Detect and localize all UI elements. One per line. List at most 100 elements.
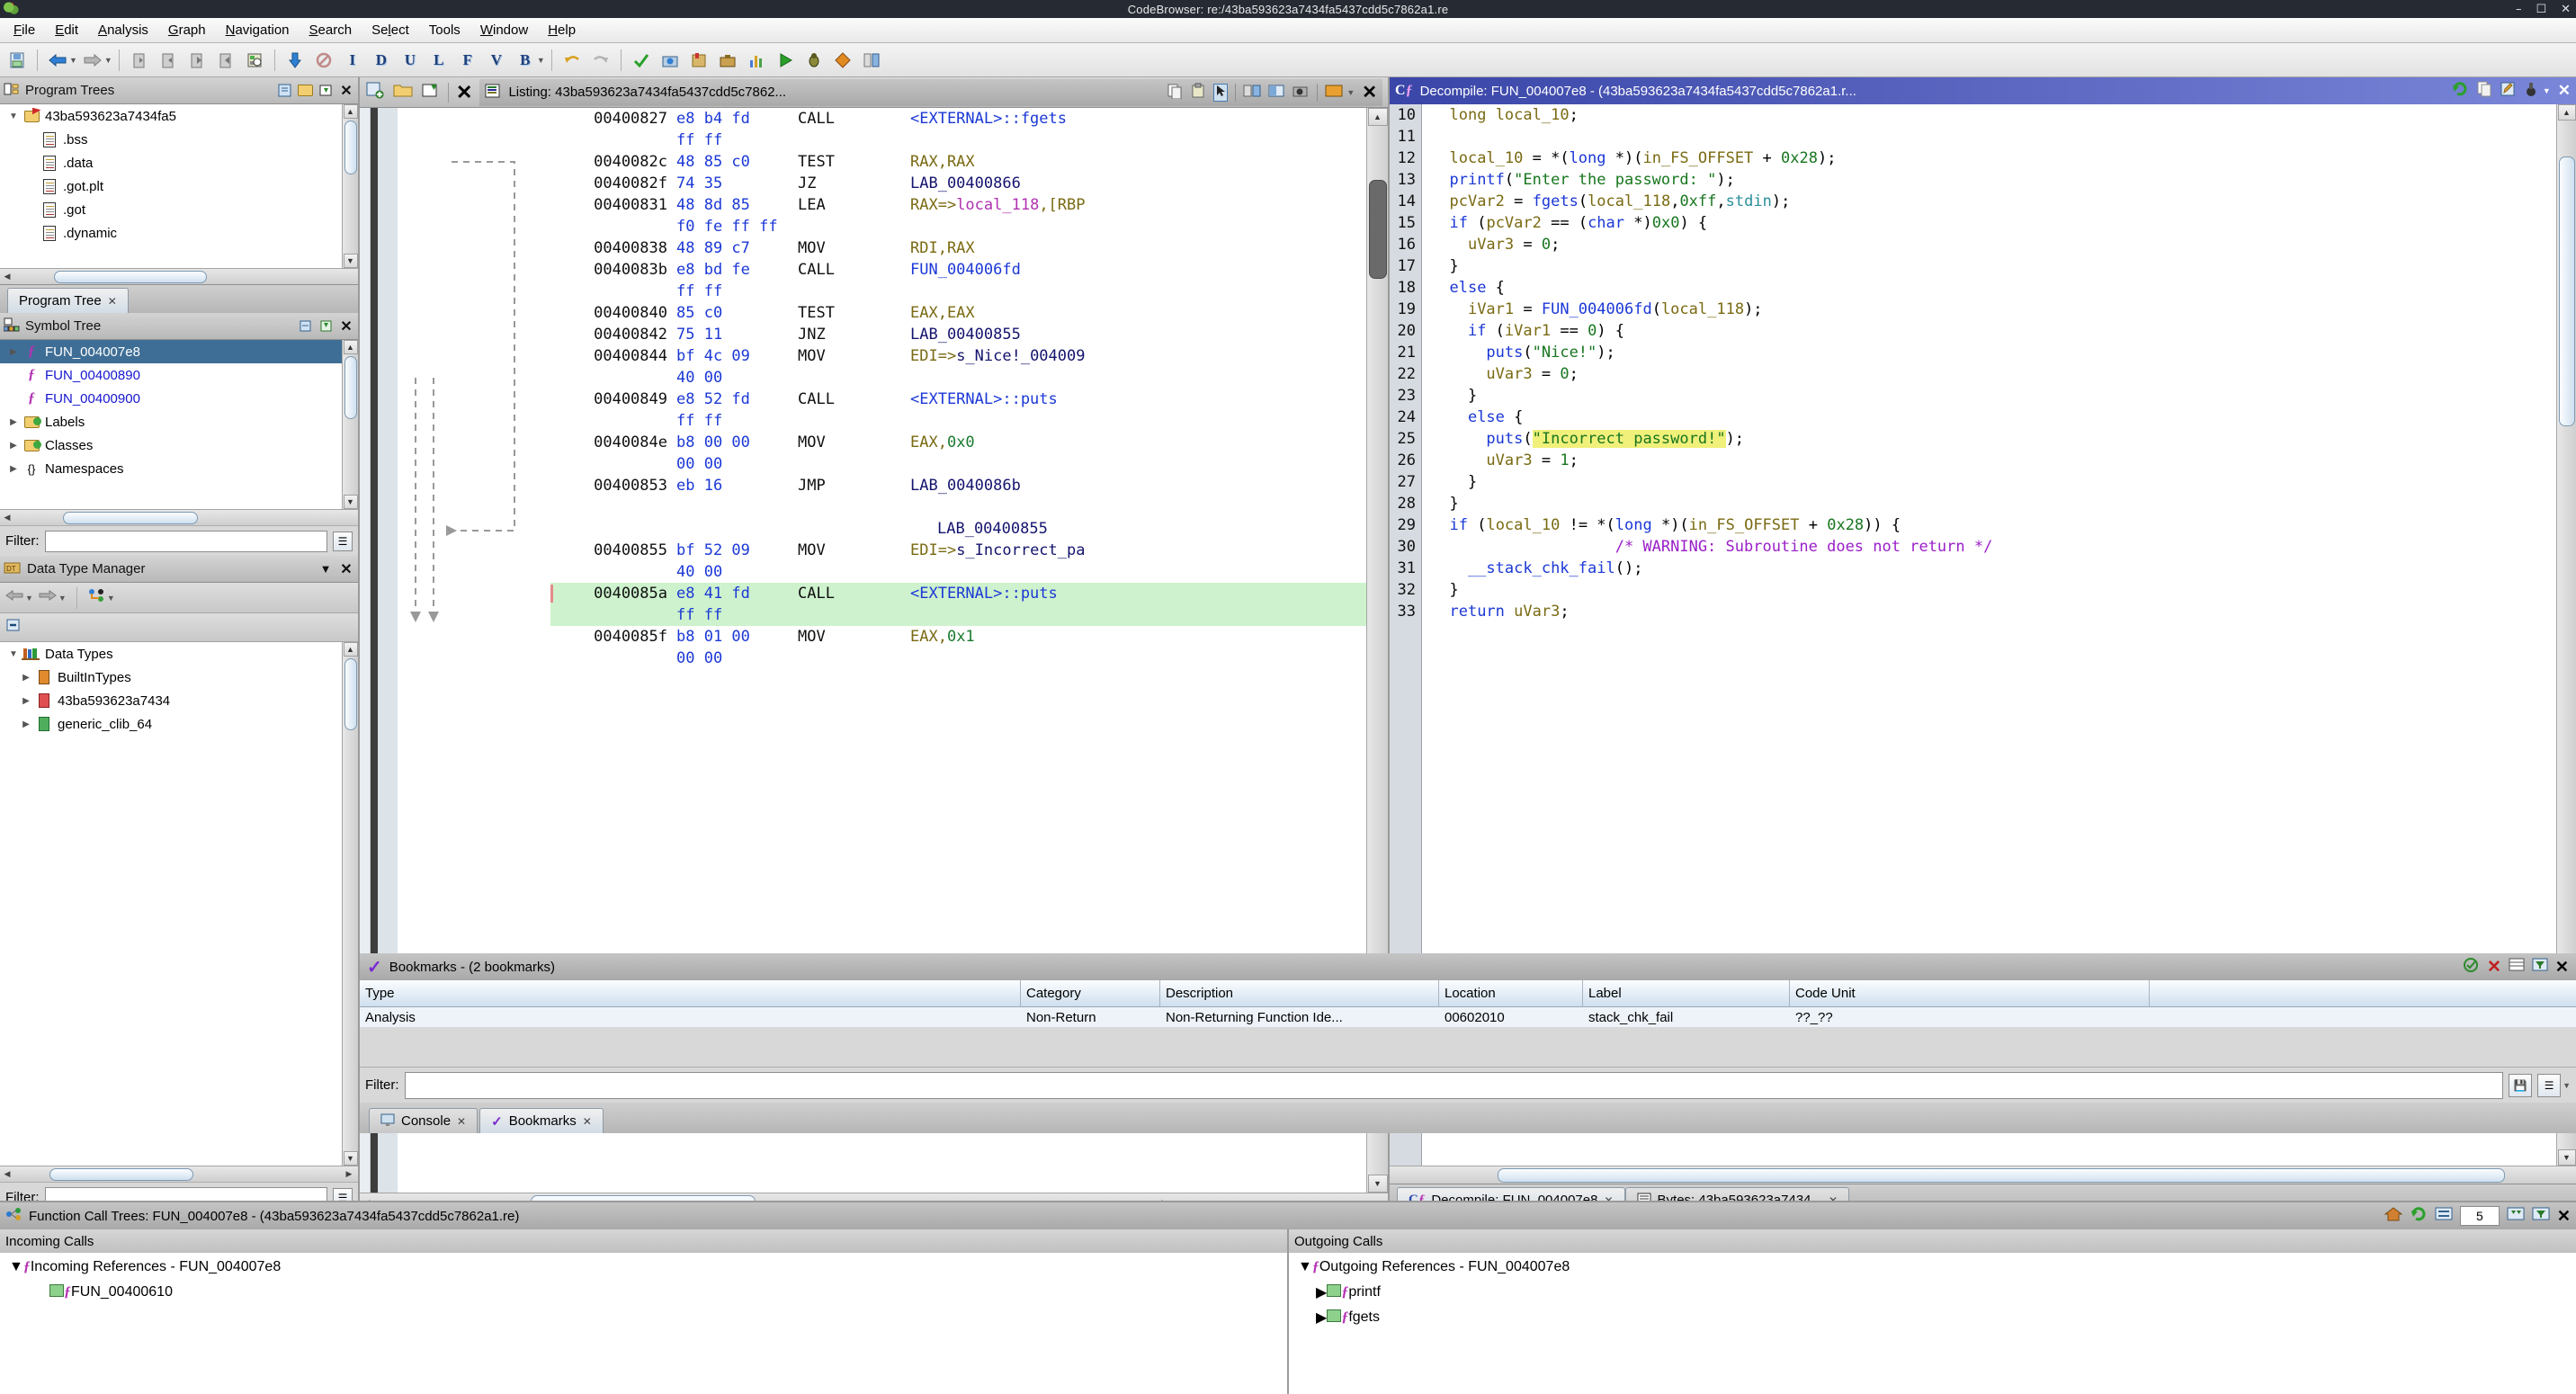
decompiler-line[interactable]: if (pcVar2 == (char *)0x0) { [1431, 212, 2556, 234]
listing-row[interactable]: ff ff [550, 130, 1366, 151]
listing-row[interactable]: 40 00 [550, 561, 1366, 583]
twisty-icon[interactable]: ▼ [5, 112, 22, 121]
twisty-icon[interactable]: ▶ [1316, 1283, 1327, 1301]
decompiler-line[interactable]: else { [1431, 407, 2556, 428]
menu-edit[interactable]: Edit [45, 20, 88, 40]
chevron-down-icon[interactable]: ▼ [318, 561, 334, 577]
decompiler-line[interactable]: uVar3 = 0; [1431, 363, 2556, 385]
filter-options-icon[interactable]: ☰ [333, 531, 353, 551]
tree-node[interactable]: ▼ ƒ Incoming References - FUN_004007e8 [0, 1255, 1287, 1280]
symbol-tree-item-namespaces[interactable]: ▶ {} Namespaces [0, 457, 342, 480]
filter-tree-icon[interactable] [87, 588, 105, 607]
data-type-manager-tree[interactable]: ▼ Data Types ▶ BuiltInTypes ▶ 43ba593623… [0, 642, 342, 1166]
close-icon[interactable]: ✕ [2555, 958, 2569, 977]
call-depth-value[interactable]: 5 [2459, 1206, 2500, 1226]
toolbox-icon[interactable] [714, 47, 741, 74]
decompiler-line[interactable]: } [1431, 255, 2556, 277]
decompiler-line[interactable]: uVar3 = 0; [1431, 234, 2556, 255]
decompiler-line[interactable]: return uVar3; [1431, 601, 2556, 622]
tree-node-data-types[interactable]: ▼ Data Types [0, 642, 342, 666]
table-column-header[interactable]: Label [1583, 980, 1790, 1006]
tab-console[interactable]: Console ✕ [369, 1108, 479, 1133]
tree-node-builtintypes[interactable]: ▶ BuiltInTypes [0, 666, 342, 689]
layout-icon[interactable] [1325, 84, 1343, 102]
table-column-header[interactable]: Type [360, 980, 1021, 1006]
twisty-icon[interactable]: ▶ [1316, 1309, 1327, 1327]
tab-program-tree[interactable]: Program Tree ✕ [7, 288, 129, 313]
decompiler-line[interactable]: } [1431, 471, 2556, 493]
bookmark-flag-icon[interactable] [685, 47, 712, 74]
scroll-left-arrow-icon[interactable]: ◀ [0, 1167, 14, 1182]
open-program-icon[interactable] [212, 47, 239, 74]
listing-row[interactable]: 00 00 [550, 648, 1366, 669]
tree-node[interactable]: .data [0, 151, 342, 174]
listing-row[interactable]: 00 00 [550, 453, 1366, 475]
twisty-icon[interactable]: ▶ [5, 347, 22, 357]
menu-help[interactable]: Help [538, 20, 586, 40]
memory-map-icon[interactable] [241, 47, 268, 74]
listing-row[interactable]: ff ff [550, 281, 1366, 302]
maximize-button[interactable]: ☐ [2536, 3, 2546, 16]
minimize-button[interactable]: – [2516, 3, 2522, 16]
bookmarks-filter-input[interactable] [404, 1071, 2504, 1099]
listing-row[interactable]: 00400838 48 89 c7 MOV RDI,RAX [550, 237, 1366, 259]
home-icon[interactable] [2384, 1206, 2403, 1226]
export-icon[interactable] [155, 47, 182, 74]
collapse-all-icon[interactable] [5, 617, 22, 638]
toggle-icon[interactable] [1268, 84, 1284, 102]
decompiler-line[interactable]: __stack_chk_fail(); [1431, 558, 2556, 579]
redo-icon[interactable] [587, 47, 614, 74]
camera-icon[interactable] [1292, 84, 1310, 102]
menu-select[interactable]: Select [362, 20, 419, 40]
listing-row[interactable]: f0 fe ff ff [550, 216, 1366, 237]
tree-node[interactable]: ▼ ƒ Outgoing References - FUN_004007e8 [1289, 1255, 2576, 1280]
back-history-chevron-down-icon[interactable]: ▼ [69, 56, 77, 65]
scroll-left-arrow-icon[interactable]: ◀ [0, 270, 14, 284]
program-trees-vscrollbar[interactable]: ▲ ▼ [342, 104, 358, 268]
scroll-up-arrow-icon[interactable]: ▲ [343, 340, 358, 354]
close-icon[interactable]: ✕ [338, 83, 354, 99]
listing-row[interactable]: ff ff [550, 410, 1366, 432]
scroll-up-arrow-icon[interactable]: ▲ [343, 642, 358, 657]
chart-icon[interactable] [743, 47, 770, 74]
listing-row[interactable]: 40 00 [550, 367, 1366, 389]
close-icon[interactable]: ✕ [2558, 82, 2571, 100]
listing-row[interactable]: 00400853 eb 16 JMP LAB_0040086b [550, 475, 1366, 496]
delete-icon[interactable]: ✕ [2487, 957, 2501, 978]
tree-node[interactable]: .bss [0, 128, 342, 151]
open-folder-icon[interactable] [297, 83, 313, 99]
close-icon[interactable]: ✕ [338, 561, 354, 577]
tab-close-icon[interactable]: ✕ [457, 1115, 466, 1128]
chevron-down-icon[interactable]: ▼ [2543, 86, 2551, 95]
filter-chevron-down-icon[interactable]: ▼ [107, 594, 115, 603]
refresh-icon[interactable] [318, 318, 334, 335]
tab-close-icon[interactable]: ✕ [583, 1115, 592, 1128]
scroll-up-arrow-icon[interactable]: ▲ [2557, 104, 2576, 121]
listing-row[interactable]: 0040082f 74 35 JZ LAB_00400866 [550, 173, 1366, 194]
import-icon[interactable] [126, 47, 153, 74]
letter-d-icon[interactable]: D [368, 47, 395, 74]
tree-node[interactable]: .dynamic [0, 221, 342, 245]
close-icon[interactable]: ✕ [338, 318, 354, 335]
save-icon[interactable] [4, 47, 31, 74]
letter-u-icon[interactable]: U [397, 47, 424, 74]
menu-graph[interactable]: Graph [158, 20, 216, 40]
edit-icon[interactable] [297, 318, 313, 335]
listing-row[interactable]: 0040085a e8 41 fd CALL <EXTERNAL>::puts [550, 583, 1366, 604]
scroll-right-arrow-icon[interactable]: ▶ [342, 1167, 356, 1182]
decompiler-line[interactable]: pcVar2 = fgets(local_118,0xff,stdin); [1431, 191, 2556, 212]
snapshot-icon[interactable] [657, 47, 684, 74]
twisty-icon[interactable]: ▼ [9, 1259, 23, 1275]
letter-b-icon[interactable]: B [512, 47, 539, 74]
scroll-up-arrow-icon[interactable]: ▲ [1367, 108, 1388, 126]
tree-node[interactable]: ▶ ƒ fgets [1289, 1305, 2576, 1330]
listing-row[interactable]: 0040083b e8 bd fe CALL FUN_004006fd [550, 259, 1366, 281]
checkmark-icon[interactable] [628, 47, 655, 74]
undo-icon[interactable] [559, 47, 586, 74]
letter-v-icon[interactable]: V [483, 47, 510, 74]
close-icon[interactable]: ✕ [456, 81, 472, 104]
tree-node[interactable]: .got [0, 198, 342, 221]
refresh-icon[interactable] [2451, 80, 2469, 102]
tab-close-icon[interactable]: ✕ [108, 295, 117, 308]
menu-search[interactable]: Search [300, 20, 362, 40]
